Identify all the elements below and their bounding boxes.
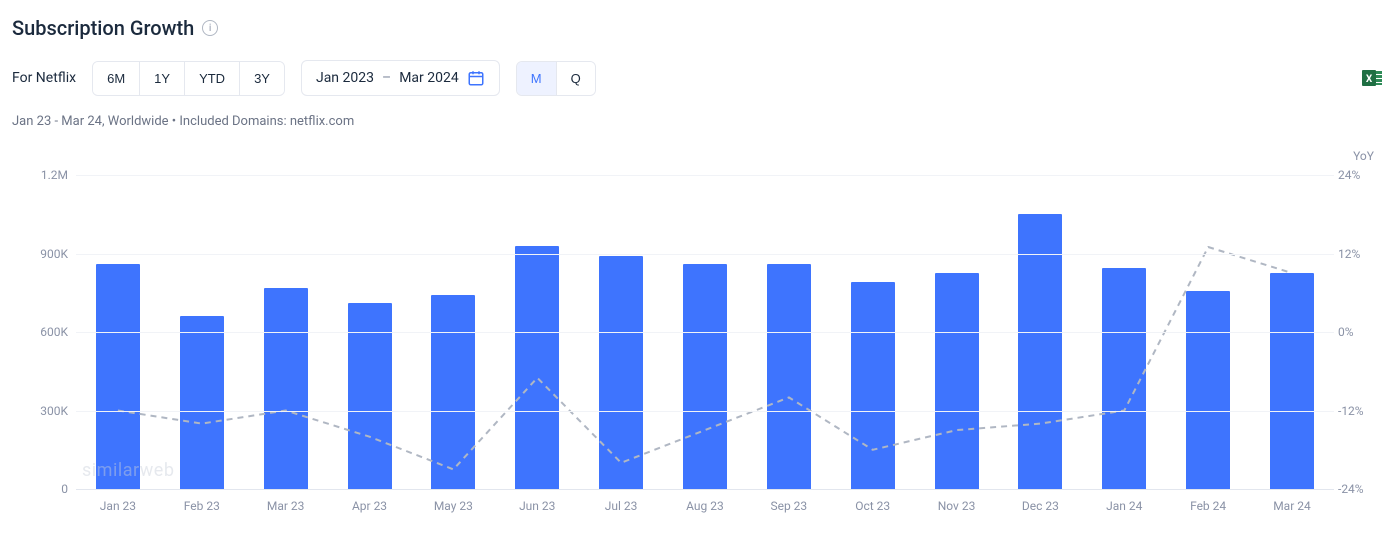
time-range-ytd[interactable]: YTD (185, 62, 240, 95)
x-label: Dec 23 (998, 499, 1082, 513)
time-range-1y[interactable]: 1Y (140, 62, 185, 95)
bar[interactable] (851, 282, 895, 489)
bar[interactable] (683, 264, 727, 489)
bar[interactable] (935, 273, 979, 489)
x-label: Mar 24 (1250, 499, 1334, 513)
bar[interactable] (767, 264, 811, 489)
x-label: Jun 23 (495, 499, 579, 513)
ytick-left: 300K (22, 404, 68, 418)
date-dash: – (382, 70, 391, 86)
bar[interactable] (180, 316, 224, 489)
page-title: Subscription Growth (12, 16, 194, 40)
bar[interactable] (264, 288, 308, 489)
for-label: For Netflix (12, 70, 76, 86)
x-label: Mar 23 (244, 499, 328, 513)
x-label: Apr 23 (328, 499, 412, 513)
info-icon[interactable]: i (202, 20, 218, 36)
bar[interactable] (1018, 214, 1062, 489)
time-range-3y[interactable]: 3Y (240, 62, 284, 95)
bar[interactable] (96, 264, 140, 489)
export-excel-button[interactable]: X (1360, 66, 1384, 90)
chart: YoY 0-24%300K-12%600K0%900K12%1.2M24% Ja… (12, 147, 1384, 517)
time-range-6m[interactable]: 6M (93, 62, 140, 95)
x-label: Jul 23 (579, 499, 663, 513)
date-start: Jan 2023 (316, 70, 374, 86)
x-label: Jan 24 (1082, 499, 1166, 513)
date-range-picker[interactable]: Jan 2023 – Mar 2024 (301, 60, 500, 96)
ytick-right: 0% (1338, 325, 1378, 339)
ytick-right: -24% (1338, 482, 1378, 496)
x-label: Sep 23 (747, 499, 831, 513)
granularity-m[interactable]: M (517, 62, 557, 95)
ytick-left: 600K (22, 325, 68, 339)
bar[interactable] (515, 246, 559, 489)
ytick-right: 24% (1338, 168, 1378, 182)
controls-row: For Netflix 6M1YYTD3Y Jan 2023 – Mar 202… (12, 60, 1384, 96)
ytick-right: 12% (1338, 247, 1378, 261)
date-end: Mar 2024 (399, 70, 459, 86)
ytick-left: 0 (22, 482, 68, 496)
x-label: Nov 23 (915, 499, 999, 513)
header: Subscription Growth i (12, 16, 1384, 40)
bar[interactable] (1270, 273, 1314, 489)
ytick-right: -12% (1338, 404, 1378, 418)
granularity-group: MQ (516, 61, 596, 96)
calendar-icon (467, 69, 485, 87)
x-axis-labels: Jan 23Feb 23Mar 23Apr 23May 23Jun 23Jul … (76, 499, 1334, 513)
bar[interactable] (1186, 291, 1230, 489)
ytick-left: 1.2M (22, 168, 68, 182)
plot-area: 0-24%300K-12%600K0%900K12%1.2M24% (76, 175, 1334, 489)
ytick-left: 900K (22, 247, 68, 261)
context-subline: Jan 23 - Mar 24, Worldwide • Included Do… (12, 114, 1384, 129)
x-label: Feb 24 (1166, 499, 1250, 513)
axis-right-title: YoY (1353, 149, 1374, 163)
x-label: Aug 23 (663, 499, 747, 513)
x-label: Feb 23 (160, 499, 244, 513)
bar[interactable] (599, 256, 643, 489)
excel-icon: X (1360, 66, 1384, 90)
bar[interactable] (431, 295, 475, 489)
x-label: May 23 (411, 499, 495, 513)
bar[interactable] (1102, 268, 1146, 489)
granularity-q[interactable]: Q (557, 62, 595, 95)
time-range-group: 6M1YYTD3Y (92, 61, 285, 96)
x-label: Oct 23 (831, 499, 915, 513)
x-label: Jan 23 (76, 499, 160, 513)
svg-text:X: X (1366, 74, 1373, 85)
